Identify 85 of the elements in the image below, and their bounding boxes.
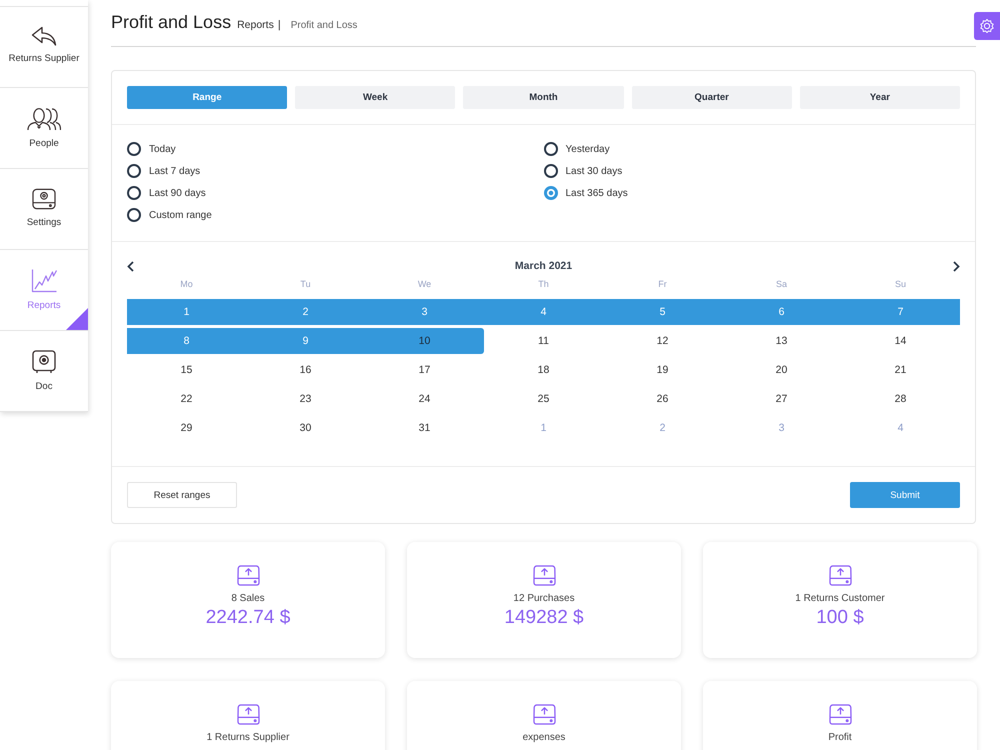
radio-button[interactable] (127, 208, 141, 222)
stat-label: expenses (522, 732, 566, 743)
calendar-day[interactable]: 15 (127, 356, 246, 382)
selected-corner-icon (66, 308, 88, 330)
calendar-day[interactable]: 12 (603, 328, 722, 354)
range-option[interactable]: Today (127, 138, 176, 160)
chevron-left-icon (127, 260, 134, 272)
upload-tray-icon (828, 565, 852, 586)
weekday-label: We (416, 278, 432, 291)
breadcrumb-link[interactable]: Profit and Loss (290, 20, 358, 31)
radio-button[interactable] (544, 142, 558, 156)
drive-gear-icon (32, 188, 56, 210)
calendar-day[interactable]: 28 (841, 386, 960, 412)
range-option[interactable]: Custom range (127, 204, 212, 226)
weekday-label: Su (894, 278, 907, 291)
upload-tray-icon (532, 704, 556, 725)
calendar-day[interactable]: 31 (365, 414, 484, 440)
calendar-day[interactable]: 23 (246, 386, 365, 412)
reset-button[interactable]: Reset ranges (127, 482, 237, 508)
calendar-day[interactable]: 10 (365, 328, 484, 354)
safe-icon (32, 350, 56, 374)
radio-button[interactable] (544, 186, 558, 200)
sidebar-item[interactable]: People (0, 88, 88, 169)
upload-tray-icon (236, 704, 260, 725)
period-tab[interactable]: Month (463, 86, 624, 109)
sidebar-item[interactable]: Reports (0, 250, 88, 331)
stat-value: 100 $ (816, 607, 864, 629)
calendar-day[interactable]: 14 (841, 328, 960, 354)
radio-button[interactable] (127, 164, 141, 178)
stat-label: 8 Sales (231, 593, 265, 604)
upload-tray-icon (828, 704, 852, 725)
chevron-right-icon (952, 260, 960, 272)
weekday-label: Fr (657, 278, 668, 291)
next-month-button[interactable] (952, 260, 960, 272)
weekday-label: Sa (774, 278, 788, 291)
range-option[interactable]: Last 365 days (544, 182, 628, 204)
stat-label: Profit (828, 732, 852, 743)
calendar-day[interactable]: 30 (246, 414, 365, 440)
calendar-day[interactable]: 20 (722, 356, 841, 382)
stat-label: 1 Returns Supplier (206, 732, 290, 743)
previous-month-button[interactable] (127, 260, 134, 272)
range-option[interactable]: Yesterday (544, 138, 610, 160)
calendar-day[interactable]: 25 (484, 386, 603, 412)
period-tab[interactable]: Quarter (632, 86, 792, 109)
calendar-day[interactable]: 22 (127, 386, 246, 412)
period-tab[interactable]: Year (800, 86, 960, 109)
line-chart-icon (31, 269, 57, 293)
breadcrumb-link[interactable]: Reports (237, 19, 274, 31)
calendar-day[interactable]: 11 (484, 328, 603, 354)
calendar-day[interactable]: 18 (484, 356, 603, 382)
settings-icon (980, 19, 994, 33)
range-option[interactable]: Last 90 days (127, 182, 206, 204)
calendar-day[interactable]: 29 (127, 414, 246, 440)
calendar-day[interactable]: 16 (246, 356, 365, 382)
sidebar-item[interactable]: Returns Supplier (0, 7, 88, 88)
stat-label: 1 Returns Customer (795, 593, 885, 604)
weekday-label: Th (537, 278, 550, 291)
calendar-day[interactable]: 21 (841, 356, 960, 382)
calendar-day[interactable]: 19 (603, 356, 722, 382)
stat-value: 2242.74 $ (206, 607, 290, 629)
stat-label: 12 Purchases (513, 593, 575, 604)
radio-button[interactable] (127, 142, 141, 156)
radio-button[interactable] (127, 186, 141, 200)
weekday-label: Tu (299, 278, 312, 291)
weekday-label: Mo (179, 278, 194, 291)
range-option[interactable]: Last 30 days (544, 160, 622, 182)
calendar-day[interactable]: 26 (603, 386, 722, 412)
stat-value: 149282 $ (504, 607, 584, 629)
month-title: March 2021 (514, 260, 572, 272)
upload-tray-icon (236, 565, 260, 586)
upload-tray-icon (532, 565, 556, 586)
calendar-day[interactable]: 27 (722, 386, 841, 412)
range-option[interactable]: Last 7 days (127, 160, 200, 182)
calendar-day[interactable]: 17 (365, 356, 484, 382)
period-tab[interactable]: Week (295, 86, 456, 109)
sidebar-item[interactable]: Settings (0, 169, 88, 250)
calendar-day[interactable]: 13 (722, 328, 841, 354)
calendar-day[interactable]: 24 (365, 386, 484, 412)
settings-button[interactable] (974, 12, 1000, 40)
radio-button[interactable] (544, 164, 558, 178)
back-arrow-icon (31, 26, 57, 46)
people-icon (27, 107, 61, 131)
sidebar-item[interactable]: Doc (0, 331, 88, 412)
page-title: Profit and Loss (111, 11, 232, 33)
breadcrumb-separator: | (278, 19, 281, 31)
